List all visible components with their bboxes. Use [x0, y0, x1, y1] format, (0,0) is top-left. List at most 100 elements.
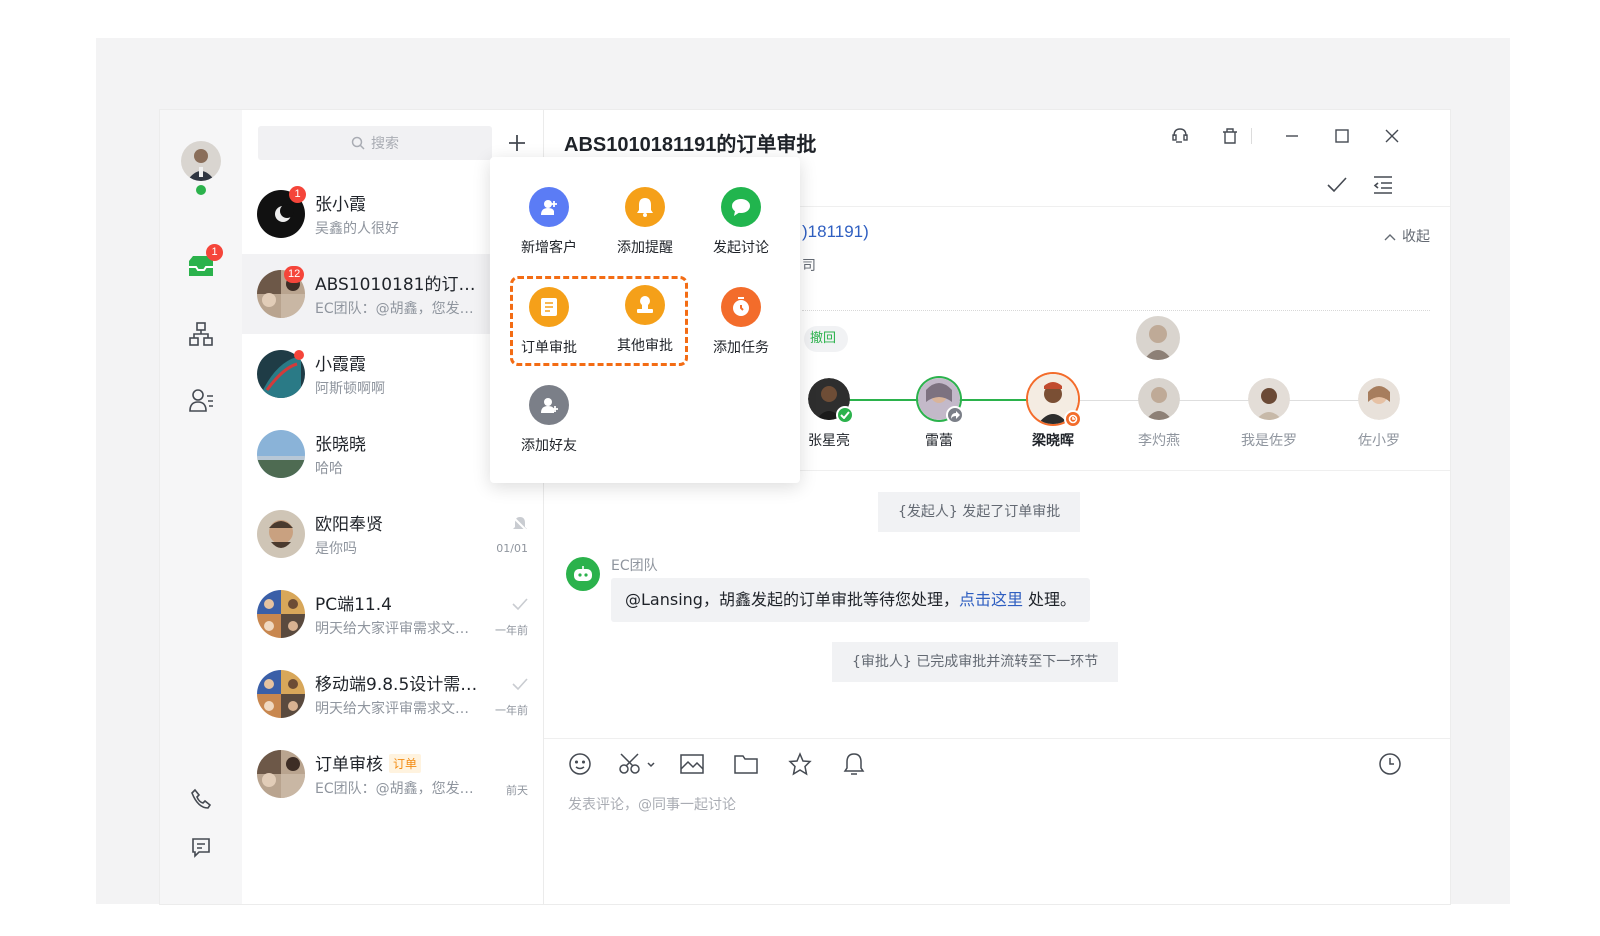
list-item[interactable]: 欧阳奉贤 是你吗 01/01 — [242, 494, 544, 574]
conversation-time: 一年前 — [495, 624, 528, 637]
revoke-button[interactable]: 撤回 — [804, 326, 848, 352]
mute-icon — [512, 516, 528, 536]
flow-person[interactable]: 我是佐罗 — [1224, 378, 1314, 450]
app-window: 1 搜索 1 张小霞 吴鑫的人很好 12 ABS1010181的订单… EC团队… — [160, 110, 1450, 904]
flow-avatar — [1028, 374, 1082, 428]
menu-item-label: 添加好友 — [521, 438, 577, 454]
add-friend-icon — [529, 385, 569, 425]
add-customer-icon — [529, 187, 569, 227]
flow-avatar — [1138, 378, 1180, 420]
emoji-icon[interactable] — [564, 748, 596, 780]
menu-item-label: 发起讨论 — [713, 240, 769, 256]
conversation-preview: 明天给大家评审需求文… — [315, 621, 469, 637]
list-item[interactable]: PC端11.4 明天给大家评审需求文… 一年前 — [242, 574, 544, 654]
left-rail: 1 — [160, 110, 242, 904]
conversation-preview: 哈哈 — [315, 461, 343, 477]
read-check-icon — [512, 676, 528, 695]
menu-collapse-icon[interactable] — [1368, 170, 1398, 200]
inbox-badge: 1 — [206, 244, 223, 261]
unread-badge: 12 — [284, 266, 305, 283]
flow-person[interactable]: 李灼燕 — [1114, 378, 1204, 450]
conversation-name: 张小霞 — [315, 195, 366, 215]
conversation-time: 一年前 — [495, 704, 528, 717]
org-chart-icon[interactable] — [184, 317, 218, 351]
menu-item-add-customer[interactable]: 新增客户 — [501, 187, 597, 257]
my-avatar[interactable] — [181, 141, 221, 181]
conversation-name: 张晓晓 — [315, 435, 366, 455]
delete-icon[interactable] — [1216, 122, 1244, 150]
flow-person[interactable]: 佐小罗 — [1334, 378, 1424, 450]
flow-person-name: 佐小罗 — [1358, 433, 1400, 449]
group-avatar — [257, 590, 305, 638]
conversation-preview: 阿斯顿啊啊 — [315, 381, 385, 397]
history-clock-icon[interactable] — [1374, 748, 1406, 780]
list-item[interactable]: 移动端9.8.5设计需… 明天给大家评审需求文… 一年前 — [242, 654, 544, 734]
flow-person[interactable]: 雷蕾 — [894, 378, 984, 450]
list-item[interactable]: 订单审核 订单 EC团队：@胡鑫，您发… 前天 — [242, 734, 544, 814]
support-icon[interactable] — [1166, 122, 1194, 150]
cc-avatar[interactable] — [1136, 316, 1180, 360]
chat-bubble-icon — [721, 187, 761, 227]
conversation-time: 前天 — [506, 784, 528, 797]
feedback-icon[interactable] — [184, 830, 218, 864]
conversation-name: 欧阳奉贤 — [315, 515, 383, 535]
message-bubble: @Lansing，胡鑫发起的订单审批等待您处理，点击这里 处理。 — [611, 578, 1091, 622]
maximize-icon[interactable] — [1328, 122, 1356, 150]
menu-item-start-discussion[interactable]: 发起讨论 — [693, 187, 789, 257]
inbox-icon[interactable]: 1 — [184, 244, 223, 284]
conversation-name: 小霞霞 — [315, 355, 366, 375]
bot-avatar — [566, 557, 600, 591]
screenshot-icon[interactable] — [616, 748, 660, 780]
contacts-icon[interactable] — [184, 383, 218, 417]
customer-company: 司 — [802, 258, 816, 274]
conversation-name: 订单审核 订单 — [315, 750, 422, 775]
unread-dot — [294, 350, 304, 360]
robot-icon — [574, 566, 592, 581]
menu-item-add-friend[interactable]: 添加好友 — [501, 385, 597, 455]
menu-item-add-task[interactable]: 添加任务 — [693, 287, 789, 357]
conversation-name: ABS1010181的订单… — [315, 275, 485, 295]
flow-person[interactable]: 梁晓晖 — [1008, 374, 1098, 450]
folder-icon[interactable] — [730, 748, 762, 780]
menu-item-label: 添加任务 — [713, 340, 769, 356]
conversation-time: 01/01 — [496, 542, 528, 555]
image-icon[interactable] — [676, 748, 708, 780]
chevron-up-icon — [1384, 229, 1396, 245]
flow-person-name: 我是佐罗 — [1241, 433, 1297, 449]
avatar — [257, 430, 305, 478]
flow-person-name: 雷蕾 — [925, 433, 953, 449]
flow-person-name: 李灼燕 — [1138, 433, 1180, 449]
bell-icon[interactable] — [838, 748, 870, 780]
pending-timer-icon — [1064, 410, 1082, 428]
star-icon[interactable] — [784, 748, 816, 780]
click-here-link[interactable]: 点击这里 — [959, 590, 1023, 609]
conversation-preview: 是你吗 — [315, 541, 357, 557]
menu-item-label: 添加提醒 — [617, 240, 673, 256]
approval-highlight-box — [510, 276, 688, 366]
collapse-button[interactable]: 收起 — [1384, 226, 1430, 246]
chat-title: ABS1010181191的订单审批 — [564, 134, 817, 156]
flow-avatar — [918, 378, 964, 424]
group-avatar — [257, 670, 305, 718]
flow-avatar — [808, 378, 854, 424]
comment-input[interactable]: 发表评论，@同事一起讨论 — [568, 794, 736, 814]
search-input[interactable]: 搜索 — [258, 126, 492, 160]
unread-badge: 1 — [289, 186, 306, 203]
timer-icon — [721, 287, 761, 327]
plus-icon — [509, 135, 525, 151]
customer-name[interactable]: )181191) — [802, 222, 869, 242]
conversation-preview: EC团队：@胡鑫，您发… — [315, 781, 474, 797]
search-icon — [351, 136, 365, 150]
system-message: {审批人} 已完成审批并流转至下一环节 — [832, 642, 1119, 682]
order-tag: 订单 — [389, 754, 422, 773]
group-avatar — [257, 750, 305, 798]
menu-item-add-reminder[interactable]: 添加提醒 — [597, 187, 693, 257]
phone-icon[interactable] — [184, 782, 218, 816]
approve-check-icon[interactable] — [1322, 170, 1352, 200]
input-divider — [544, 738, 1450, 739]
flow-person-name: 梁晓晖 — [1032, 433, 1074, 449]
collapse-label: 收起 — [1402, 229, 1430, 245]
minimize-icon[interactable] — [1278, 122, 1306, 150]
close-icon[interactable] — [1378, 122, 1406, 150]
system-message: {发起人} 发起了订单审批 — [878, 492, 1081, 532]
